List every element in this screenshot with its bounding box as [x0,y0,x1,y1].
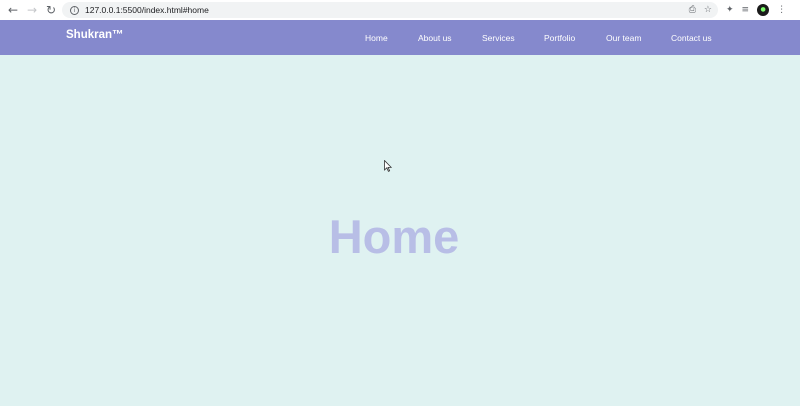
mouse-cursor-icon [384,160,392,172]
reload-icon[interactable]: ↻ [44,3,58,17]
kebab-menu-icon[interactable]: ⋮ [777,3,786,17]
avatar[interactable]: ● [757,4,770,16]
browser-toolbar: ← → ↻ i 127.0.0.1:5500/index.html#home ⎙… [0,0,800,20]
hero-title: Home [328,210,460,263]
nav-item-services[interactable]: Services [482,33,515,43]
nav-item-our-team[interactable]: Our team [606,33,641,43]
hero-section: Home [0,55,800,406]
puzzle-icon[interactable]: ✦ [726,3,734,17]
address-bar[interactable]: i 127.0.0.1:5500/index.html#home ⎙ ☆ [62,2,718,18]
nav-item-home[interactable]: Home [365,33,388,43]
nav-item-contact-us[interactable]: Contact us [671,33,712,43]
reading-list-icon[interactable]: ≡ [742,3,750,17]
site-navbar: Shukran™ Home About us Services Portfoli… [0,20,800,55]
url-text[interactable]: 127.0.0.1:5500/index.html#home [85,5,209,15]
forward-icon[interactable]: → [25,3,39,17]
star-icon[interactable]: ☆ [704,4,712,16]
back-icon[interactable]: ← [6,3,20,17]
translate-icon[interactable]: ⎙ [689,4,696,16]
info-icon[interactable]: i [70,5,79,15]
nav-menu: Home About us Services Portfolio Our tea… [0,33,800,45]
nav-item-about-us[interactable]: About us [418,33,452,43]
nav-item-portfolio[interactable]: Portfolio [544,33,575,43]
